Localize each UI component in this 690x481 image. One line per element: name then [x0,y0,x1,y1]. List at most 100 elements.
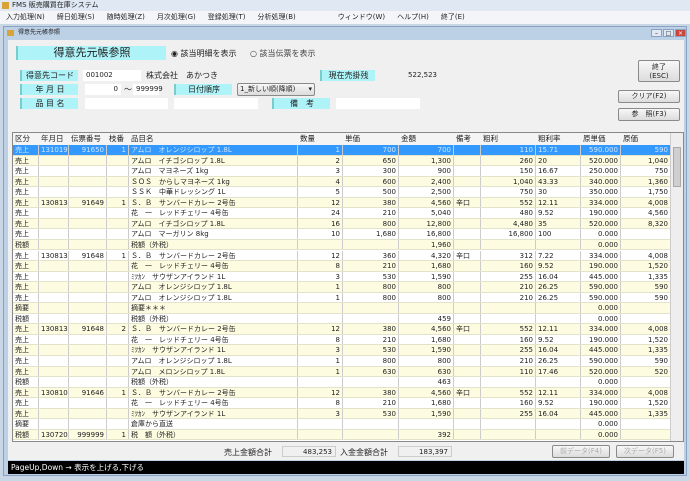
cell-9: 16,800 [481,229,536,239]
column-header-1[interactable]: 年月日 [39,133,69,145]
column-header-6[interactable]: 単価 [343,133,399,145]
cell-1: 130720 [41,429,69,440]
item-name-input[interactable] [85,98,168,109]
cell-3 [107,187,129,197]
cell-2 [69,261,107,271]
clear-button[interactable]: クリア(F2) [618,90,680,103]
cell-7: 392 [399,429,454,440]
close-button[interactable]: × [675,29,686,37]
menu-item-4[interactable]: 登録処理(T) [202,11,252,24]
table-row[interactable]: 売上 ﾐﾂｶﾝ サウザンアイランド 1L 3 530 1,590 255 16.04 445.… [13,271,671,283]
table-row[interactable]: 売上 ﾐﾂｶﾝ サウザンアイランド 1L 3 530 1,590 255 16.04 445.… [13,408,671,420]
date-from-input[interactable]: 0 [85,84,121,95]
column-header-0[interactable]: 区分 [13,133,39,145]
table-row[interactable]: 売上 アムロ オレンジシロップ 1.8L 1 800 800 210 26.25 590.00… [13,356,671,367]
cell-0: 売上 [13,345,39,355]
next-data-button[interactable]: 次データ(F5) [616,445,674,458]
table-row[interactable]: 売上 アムロ マヨネーズ 1kg 3 300 900 150 16.67 250.000 750 [13,166,671,177]
cell-6: 380 [343,387,399,398]
menu-item-7[interactable]: ヘルプ(H) [391,11,435,24]
prev-data-button[interactable]: 前データ(F4) [552,445,610,458]
table-row[interactable]: 売上 花 一 レッドチェリー 4号缶 8 210 1,680 160 9.52 190.000… [13,334,671,346]
column-header-3[interactable]: 枝番 [107,133,129,145]
table-row[interactable]: 売上 130813 91648 2 Ｓ．Ｂ サンバードカレー 2号缶 12 380 4,560… [13,324,671,335]
menu-item-2[interactable]: 随時処理(Z) [101,11,151,24]
date-to-input[interactable]: 999999 [133,84,163,95]
cell-7: 463 [399,377,454,387]
table-row[interactable]: 税額 税額（外税） 1,960 0.000 [13,239,671,251]
column-header-10[interactable]: 粗利率 [536,133,581,145]
column-header-8[interactable]: 備考 [454,133,481,145]
cell-4: 税額（外税） [129,313,298,324]
receipt-total-value: 183,397 [398,446,452,457]
menu-item-8[interactable]: 終了(E) [435,11,471,24]
minimize-button[interactable]: – [651,29,662,37]
table-row[interactable]: 売上 130813 91648 1 Ｓ．Ｂ サンバードカレー 2号缶 12 360 4,320… [13,250,671,262]
item-name-input-2[interactable] [174,98,258,109]
table-row[interactable]: 売上 花 一 レッドチェリー 4号缶 8 210 1,680 160 9.52 190.000… [13,398,671,409]
exit-button[interactable]: 終了 (ESC) [638,60,680,82]
table-row[interactable]: 売上 ﾐﾂｶﾝ サウザンアイランド 1L 3 530 1,590 255 16.04 445.… [13,345,671,356]
table-row[interactable]: 摘要 倉庫から直送 0.000 [13,419,671,430]
table-row[interactable]: 売上 アムロ マーガリン 8kg 10 1,680 16,800 16,800 100 0.0… [13,229,671,240]
table-row[interactable]: 売上 アムロ イチゴシロップ 1.8L 2 650 1,300 260 20 520.000 1… [13,155,671,167]
table-row[interactable]: 売上 花 一 レッドチェリー 4号缶 24 210 5,040 480 9.52 190.00… [13,208,671,219]
cell-6 [343,419,399,429]
cell-0: 売上 [13,398,39,408]
balance-value: 522,523 [376,70,440,81]
browse-button[interactable]: 参 照(F3) [618,108,680,121]
column-header-7[interactable]: 金額 [399,133,454,145]
column-header-12[interactable]: 原価 [621,133,671,145]
table-row[interactable]: 売上 アムロ イチゴシロップ 1.8L 16 800 12,800 4,480 35 520.… [13,218,671,230]
column-header-4[interactable]: 品目名 [129,133,298,145]
column-header-9[interactable]: 粗利 [481,133,536,145]
table-row[interactable]: 売上 ＳＳＫ 中華ドレッシング 1L 5 500 2,500 750 30 350.000 1,… [13,187,671,198]
table-row[interactable]: 税額 130720 999999 1 税 額（外税） 392 0.000 [13,429,671,441]
table-row[interactable]: 税額 税額（外税） 459 0.000 [13,313,671,325]
menu-item-6[interactable]: ウィンドウ(W) [332,11,391,24]
cell-6 [343,239,399,250]
vertical-scrollbar[interactable] [670,133,683,441]
table-row[interactable]: 売上 花 一 レッドチェリー 4号缶 8 210 1,680 160 9.52 190.000… [13,261,671,272]
customer-code-input[interactable]: 001002 [83,70,141,81]
cell-12: 590 [621,145,671,155]
menu-item-3[interactable]: 月次処理(G) [151,11,202,24]
table-row[interactable]: 売上 アムロ オレンジシロップ 1.8L 1 800 800 210 26.25 590.00… [13,282,671,293]
cell-11: 0.000 [581,239,621,250]
cell-8 [454,313,481,324]
menu-item-0[interactable]: 入力処理(N) [0,11,51,24]
table-row[interactable]: 売上 131019 91650 1 アムロ オレンジシロップ 1.8L 1 700 700 11… [13,145,671,156]
table-row[interactable]: 売上 ＳＯＳ からしマヨネーズ 1kg 4 600 2,400 1,040 43.33 340… [13,176,671,188]
maximize-button[interactable]: □ [663,29,674,37]
cell-6: 530 [343,271,399,282]
customer-code-label: 得意先コード [20,70,78,81]
cell-10: 16.04 [536,271,581,282]
cell-10 [536,429,581,440]
table-row[interactable]: 売上 130813 91649 1 Ｓ．Ｂ サンバードカレー 2号缶 12 380 4,560… [13,197,671,209]
order-select[interactable]: 1_新しい順(降順) ▾ [237,83,315,96]
cell-1 [39,398,69,408]
scrollbar-thumb[interactable] [673,147,681,187]
cell-1 [39,282,69,292]
cell-0: 売上 [13,208,39,218]
table-row[interactable]: 税額 税額（外税） 463 0.000 [13,377,671,388]
cell-2: 91650 [69,145,107,155]
table-row[interactable]: 売上 130810 91646 1 Ｓ．Ｂ サンバードカレー 2号缶 12 380 4,560… [13,387,671,399]
radio-detail[interactable]: ◉ 該当明細を表示 [171,48,237,59]
cell-11: 0.000 [581,419,621,429]
cell-3: 1 [107,145,129,155]
table-row[interactable]: 売上 アムロ オレンジシロップ 1.8L 1 800 800 210 26.25 590.00… [13,292,671,304]
column-header-11[interactable]: 原単価 [581,133,621,145]
cell-0: 税額 [13,429,39,440]
cell-8 [454,429,481,440]
remarks-input[interactable] [336,98,420,109]
column-header-2[interactable]: 伝票番号 [69,133,107,145]
menu-item-1[interactable]: 締日処理(S) [51,11,101,24]
column-header-5[interactable]: 数量 [298,133,343,145]
cell-9: 160 [481,334,536,345]
table-row[interactable]: 売上 アムロ メロンシロップ 1.8L 1 630 630 110 17.46 520.000… [13,366,671,378]
radio-slip[interactable]: ○ 該当伝票を表示 [250,48,316,59]
menu-item-5[interactable]: 分析処理(B) [252,11,302,24]
form-heading: 得意先元帳参照 [16,46,166,60]
table-row[interactable]: 摘要 摘要＊＊＊ 0.000 [13,303,671,314]
